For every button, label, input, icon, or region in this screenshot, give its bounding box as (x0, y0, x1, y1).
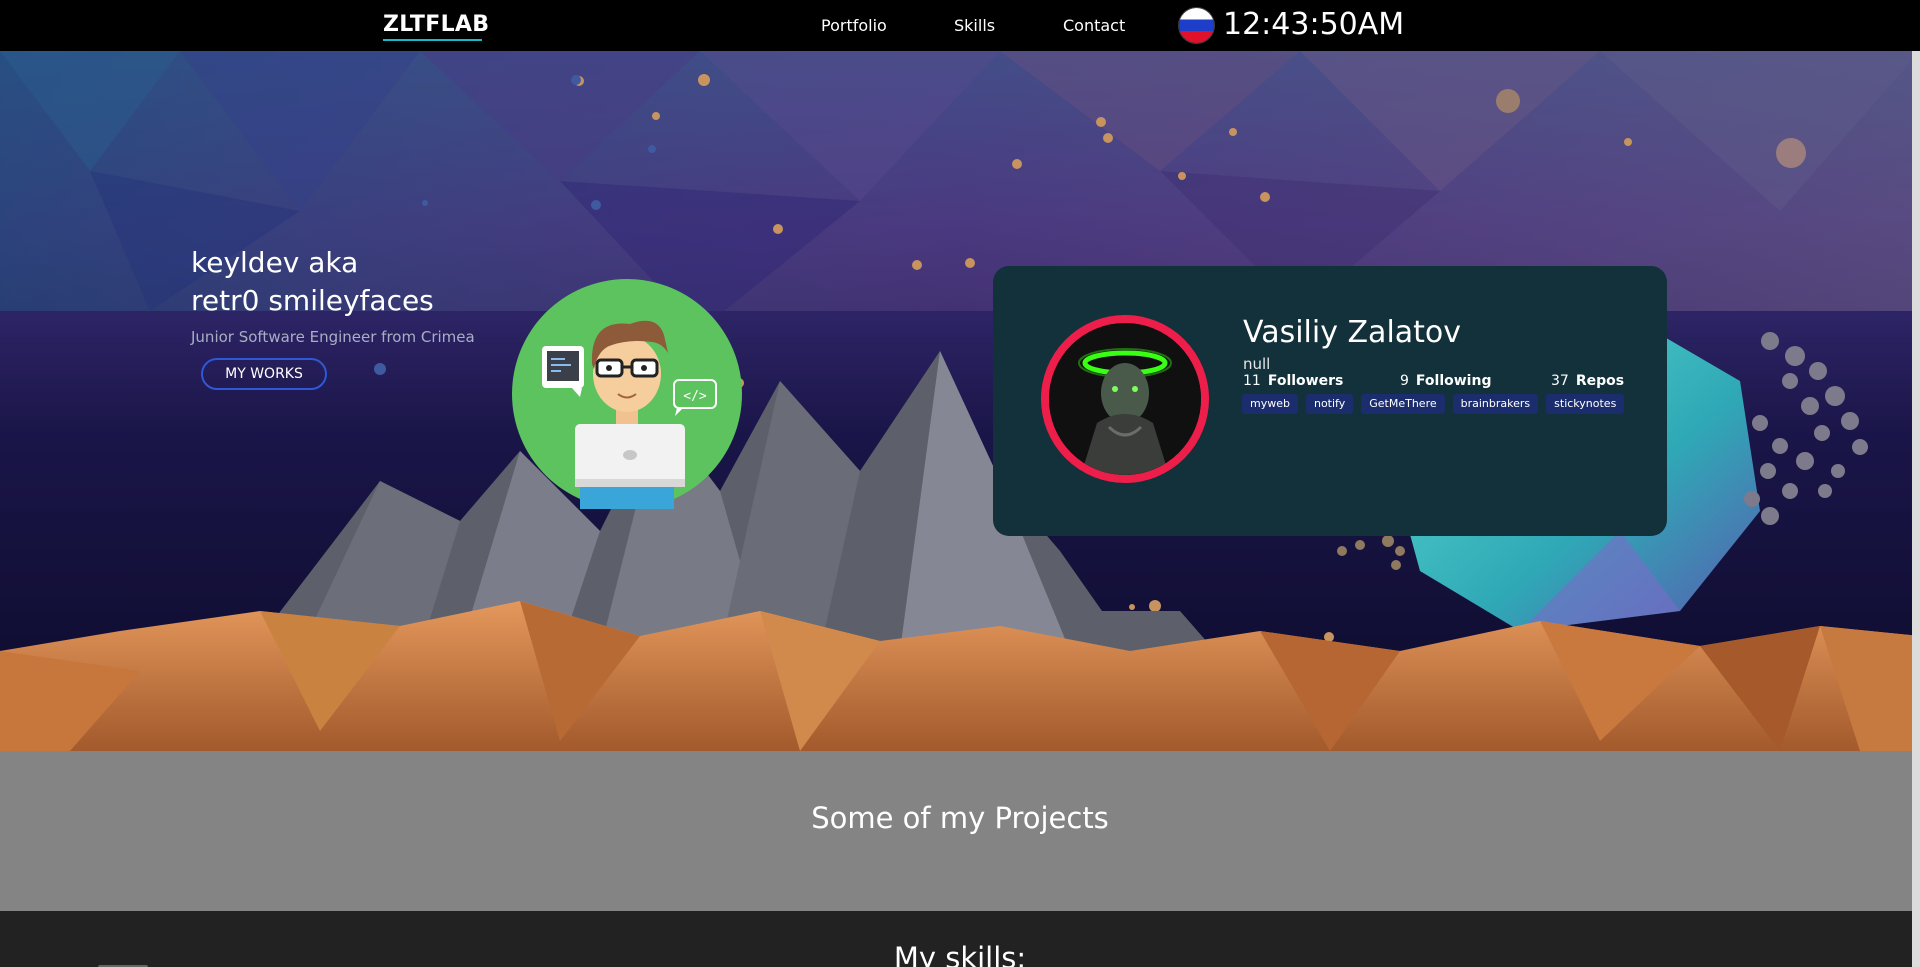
page-scrollbar[interactable] (1912, 51, 1920, 967)
top-navbar: ZLTFLAB Portfolio Skills Contact 12:43:5… (0, 0, 1920, 51)
repo-tag-stickynotes[interactable]: stickynotes (1546, 394, 1625, 414)
following-count: 9 (1400, 373, 1409, 389)
intro-title: keyldev aka retr0 smileyfaces (191, 244, 434, 320)
nav-link-contact[interactable]: Contact (1063, 16, 1125, 35)
repo-list: myweb notify GetMeThere brainbrakers sti… (1242, 394, 1625, 414)
intro-subtitle: Junior Software Engineer from Crimea (191, 328, 475, 346)
nav-link-portfolio[interactable]: Portfolio (821, 16, 887, 35)
clock: 12:43:50AM (1223, 7, 1405, 42)
code-bubble-label: </> (683, 389, 707, 404)
logo-underline (383, 39, 482, 41)
github-profile-card: Vasiliy Zalatov null 11 Followers 9 Follow… (993, 266, 1667, 536)
intro-title-line-1: keyldev aka (191, 246, 359, 279)
nav-link-skills[interactable]: Skills (954, 16, 995, 35)
repos-stat[interactable]: 37 Repos (1551, 373, 1624, 389)
repo-tag-getmethere[interactable]: GetMeThere (1361, 394, 1445, 414)
skills-title: My skills: (893, 941, 1027, 967)
repos-count: 37 (1551, 373, 1569, 389)
site-logo[interactable]: ZLTFLAB (383, 12, 489, 37)
developer-illustration: </> (512, 279, 742, 509)
profile-bio: null (1243, 355, 1271, 373)
repo-tag-myweb[interactable]: myweb (1242, 394, 1298, 414)
followers-stat[interactable]: 11 Followers (1243, 373, 1343, 389)
followers-count: 11 (1243, 373, 1261, 389)
my-works-button[interactable]: MY WORKS (201, 358, 327, 390)
hero-section: keyldev aka retr0 smileyfaces Junior Sof… (0, 51, 1920, 751)
profile-avatar-image (1049, 323, 1201, 475)
followers-label: Followers (1267, 373, 1344, 389)
following-stat[interactable]: 9 Following (1400, 373, 1491, 389)
repo-tag-notify[interactable]: notify (1305, 394, 1354, 414)
intro-title-line-2: retr0 smileyfaces (191, 284, 434, 317)
following-label: Following (1415, 373, 1492, 389)
app-root: ZLTFLAB Portfolio Skills Contact 12:43:5… (0, 0, 1920, 967)
russia-flag-icon[interactable] (1179, 8, 1214, 43)
projects-section: Some of my Projects (0, 751, 1920, 911)
profile-name: Vasiliy Zalatov (1243, 315, 1462, 350)
repo-tag-brainbrakers[interactable]: brainbrakers (1452, 394, 1539, 414)
projects-title: Some of my Projects (811, 801, 1109, 835)
skills-section: My skills: (0, 911, 1920, 967)
profile-avatar (1041, 315, 1209, 483)
repos-label: Repos (1575, 373, 1625, 389)
